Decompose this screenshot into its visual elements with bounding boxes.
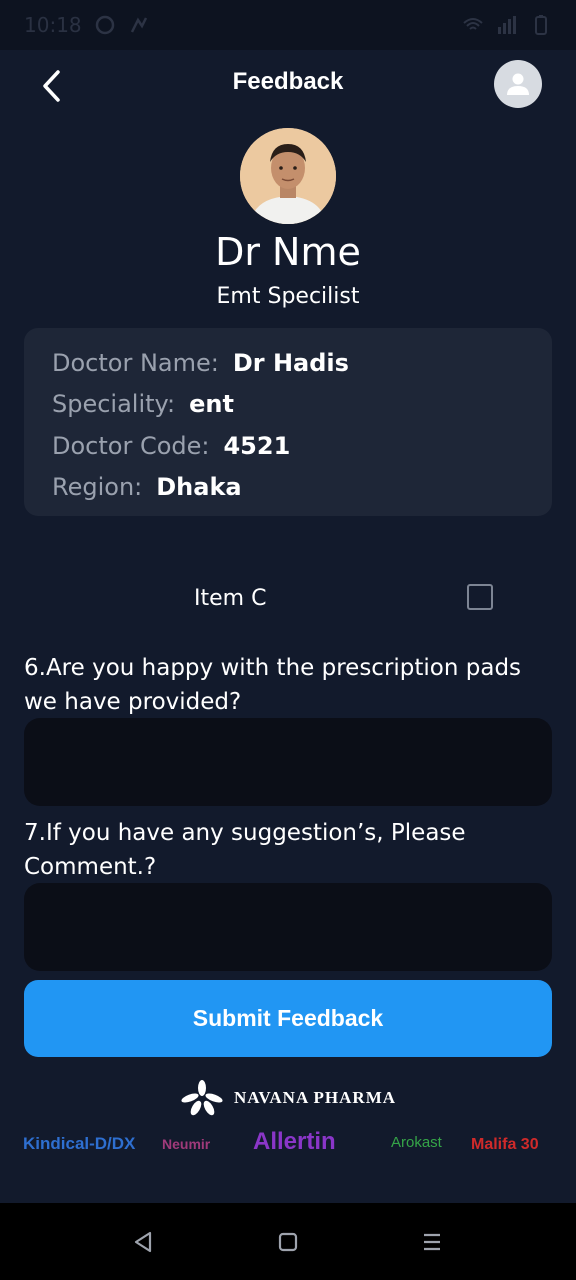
doctor-avatar: [240, 128, 336, 224]
brand-allertin: Allertin: [253, 1128, 336, 1155]
whatsapp-icon: [94, 14, 116, 36]
brand-kindical: Kindical-D/DX: [23, 1134, 136, 1153]
info-value: 4521: [223, 431, 291, 460]
network-icon: [128, 14, 150, 36]
nav-home-button[interactable]: [271, 1225, 305, 1259]
info-label: Speciality:: [52, 390, 176, 419]
triangle-back-icon: [134, 1231, 152, 1253]
flower-logo-icon: [181, 1080, 223, 1116]
nav-back-button[interactable]: [126, 1225, 160, 1259]
doctor-specialty: Emt Specilist: [216, 284, 360, 309]
doctor-info-card: Doctor Name: Dr Hadis Speciality: ent Do…: [24, 328, 552, 516]
system-navigation-bar: [0, 1203, 576, 1280]
square-home-icon: [278, 1232, 298, 1252]
page-title: Feedback: [232, 68, 344, 95]
doctor-name: Dr Nme: [215, 230, 361, 274]
nav-menu-button[interactable]: [415, 1225, 449, 1259]
submit-feedback-button[interactable]: Submit Feedback: [24, 980, 552, 1057]
info-label: Region:: [52, 473, 143, 502]
status-left: 10:18: [24, 13, 150, 37]
info-row-speciality: Speciality: ent: [52, 384, 524, 426]
info-value: Dr Hadis: [232, 348, 349, 377]
menu-lines-icon: [424, 1233, 440, 1251]
brand-logos-strip: Kindical-D/DX Neumir Allertin Arokast Ma…: [0, 1128, 576, 1168]
item-c-row: Item C: [0, 580, 576, 620]
item-c-label: Item C: [194, 586, 267, 611]
info-label: Doctor Code:: [52, 431, 210, 460]
profile-button[interactable]: [494, 60, 542, 108]
question-6-label: 6.Are you happy with the prescription pa…: [24, 655, 522, 715]
brand-malifa: Malifa 30: [471, 1136, 539, 1153]
wifi-icon: [462, 14, 484, 36]
question-6-answer-input[interactable]: [24, 718, 552, 806]
person-icon: [507, 73, 529, 95]
status-right: [462, 14, 552, 36]
question-7-label: 7.If you have any suggestion’s, Please C…: [24, 820, 466, 880]
item-c-checkbox[interactable]: [467, 584, 493, 610]
question-7-answer-input[interactable]: [24, 883, 552, 971]
status-time: 10:18: [24, 13, 82, 37]
signal-icon: [496, 14, 518, 36]
info-row-doctor-name: Doctor Name: Dr Hadis: [52, 342, 524, 384]
info-row-region: Region: Dhaka: [52, 467, 524, 509]
status-bar: 10:18: [0, 0, 576, 50]
brand-arokast: Arokast: [391, 1134, 442, 1151]
info-value: ent: [189, 390, 234, 419]
company-name: NAVANA PHARMA: [233, 1088, 397, 1107]
company-logo: NAVANA PHARMA: [0, 1078, 576, 1118]
info-label: Doctor Name:: [52, 348, 219, 377]
brand-neumir: Neumir: [162, 1136, 211, 1152]
top-app-bar: Feedback: [0, 50, 576, 120]
info-row-doctor-code: Doctor Code: 4521: [52, 425, 524, 467]
battery-icon: [530, 14, 552, 36]
info-value: Dhaka: [156, 473, 242, 502]
